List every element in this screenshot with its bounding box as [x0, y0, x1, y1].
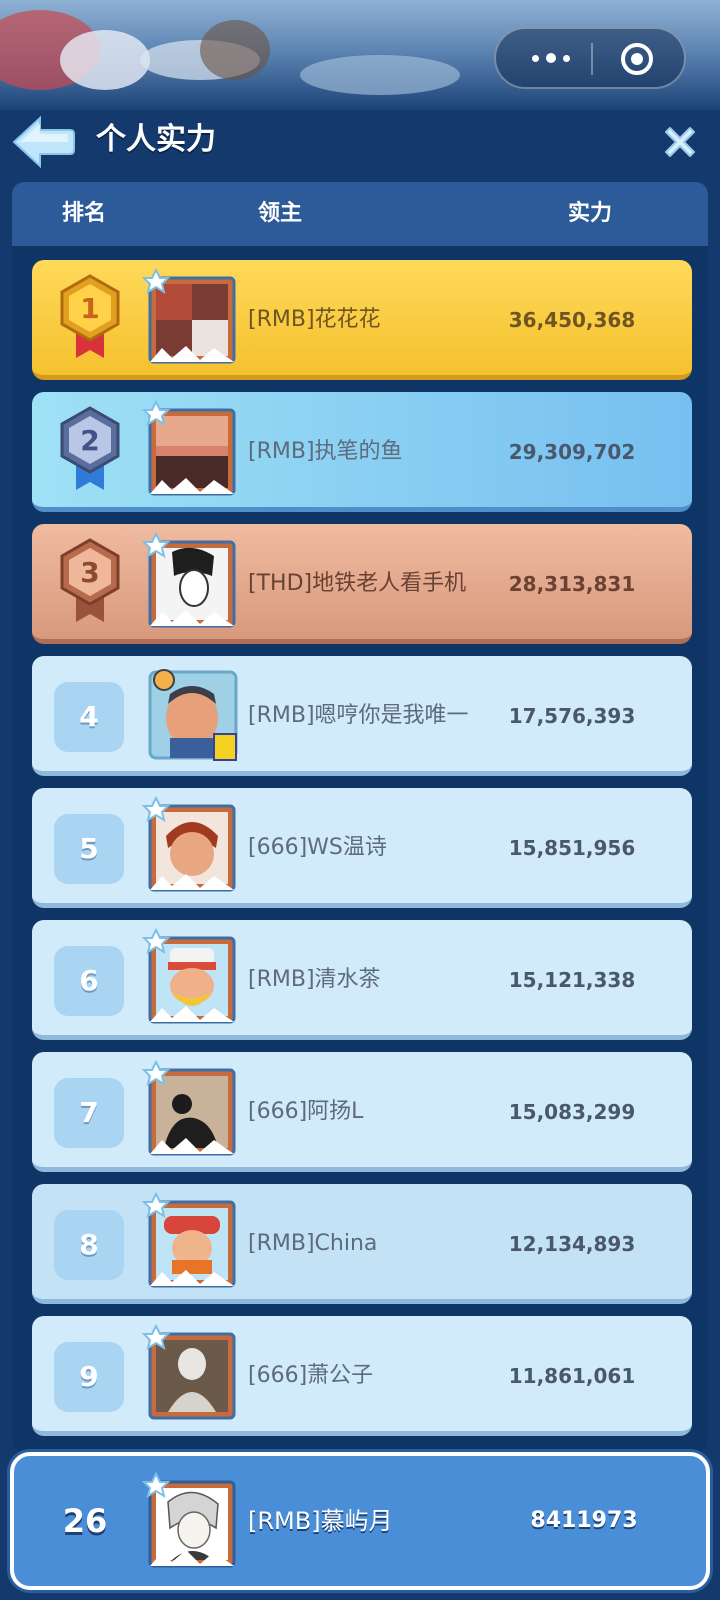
column-lord: 领主: [258, 201, 303, 226]
table-row[interactable]: 9 [666]萧公子 11,861,061: [32, 1316, 692, 1436]
player-power: 36,450,368: [508, 308, 636, 332]
player-power: 15,121,338: [508, 968, 636, 992]
my-rank-number: 26: [62, 1502, 108, 1540]
rank-number: 4: [54, 682, 124, 752]
back-arrow-icon[interactable]: [10, 114, 76, 170]
player-power: 11,861,061: [508, 1364, 636, 1388]
player-power: 15,083,299: [508, 1100, 636, 1124]
leaderboard-list[interactable]: 1 [RMB]花花花 36,450,368 2 [RMB]执笔的鱼 29,309…: [12, 246, 708, 1452]
player-name: [RMB]花花花: [248, 307, 381, 332]
avatar: [142, 400, 236, 496]
medal-2-icon: 2: [60, 406, 120, 490]
table-row[interactable]: 2 [RMB]执笔的鱼 29,309,702: [32, 392, 692, 512]
avatar: [142, 1472, 236, 1568]
svg-text:2: 2: [80, 424, 99, 457]
player-name: [666]阿扬L: [248, 1099, 364, 1124]
my-player-power: 8411973: [530, 1508, 638, 1533]
avatar: [142, 1192, 236, 1288]
rank-number: 9: [54, 1342, 124, 1412]
avatar: [148, 669, 238, 761]
svg-text:1: 1: [80, 292, 99, 325]
my-rank-row[interactable]: 26 [RMB]慕屿月 8411973: [10, 1452, 710, 1590]
avatar: [142, 796, 236, 892]
avatar: [142, 1324, 236, 1420]
more-dots-icon[interactable]: [516, 29, 586, 87]
avatar: [142, 1060, 236, 1156]
rank-number: 6: [54, 946, 124, 1016]
table-row[interactable]: 6 [RMB]清水茶 15,121,338: [32, 920, 692, 1040]
player-power: 29,309,702: [508, 440, 636, 464]
miniprogram-capsule: [494, 27, 686, 89]
leaderboard-panel: 排名 领主 实力 1 [RMB]花花花 36,450,368 2 [RMB]执笔…: [12, 182, 708, 1452]
page-title: 个人实力: [96, 122, 216, 157]
svg-text:3: 3: [80, 556, 99, 589]
column-header-bar: 排名 领主 实力: [12, 182, 708, 246]
player-power: 12,134,893: [508, 1232, 636, 1256]
player-name: [THD]地铁老人看手机: [248, 571, 467, 596]
medal-1-icon: 1: [60, 274, 120, 358]
player-name: [RMB]清水茶: [248, 967, 381, 992]
rank-number: 5: [54, 814, 124, 884]
table-row[interactable]: 1 [RMB]花花花 36,450,368: [32, 260, 692, 380]
close-x-icon[interactable]: [660, 122, 700, 162]
table-row[interactable]: 3 [THD]地铁老人看手机 28,313,831: [32, 524, 692, 644]
table-row[interactable]: 4 [RMB]嗯哼你是我唯一 17,576,393: [32, 656, 692, 776]
rank-number: 7: [54, 1078, 124, 1148]
avatar: [142, 928, 236, 1024]
player-power: 28,313,831: [508, 572, 636, 596]
table-row[interactable]: 8 [RMB]China 12,134,893: [32, 1184, 692, 1304]
player-name: [RMB]执笔的鱼: [248, 439, 403, 464]
player-name: [666]WS温诗: [248, 835, 387, 860]
player-name: [RMB]嗯哼你是我唯一: [248, 703, 469, 728]
medal-3-icon: 3: [60, 538, 120, 622]
player-name: [666]萧公子: [248, 1363, 374, 1388]
target-icon[interactable]: [620, 42, 654, 76]
column-rank: 排名: [62, 201, 107, 226]
avatar: [142, 532, 236, 628]
rank-number: 8: [54, 1210, 124, 1280]
column-power: 实力: [568, 201, 613, 226]
avatar: [142, 268, 236, 364]
table-row[interactable]: 5 [666]WS温诗 15,851,956: [32, 788, 692, 908]
capsule-divider: [591, 43, 593, 75]
player-name: [RMB]China: [248, 1231, 378, 1256]
table-row[interactable]: 7 [666]阿扬L 15,083,299: [32, 1052, 692, 1172]
page-header: 个人实力: [0, 110, 720, 182]
player-power: 15,851,956: [508, 836, 636, 860]
player-power: 17,576,393: [508, 704, 636, 728]
my-player-name: [RMB]慕屿月: [248, 1507, 393, 1535]
